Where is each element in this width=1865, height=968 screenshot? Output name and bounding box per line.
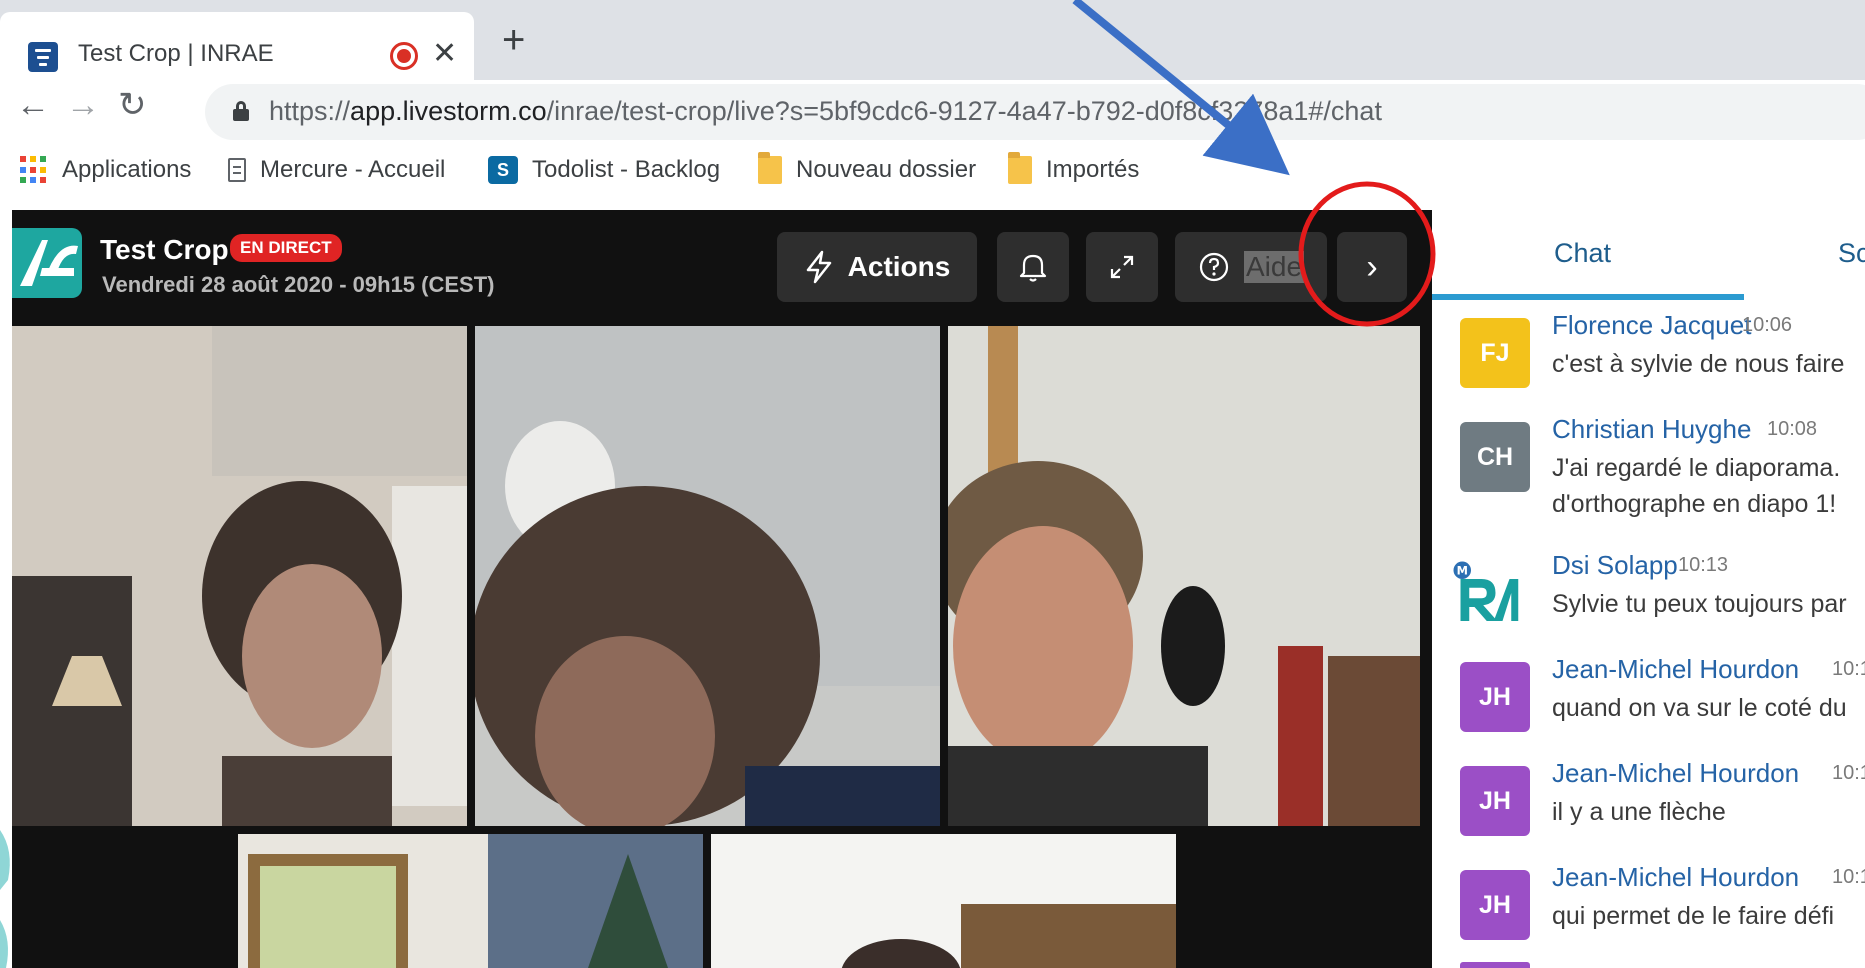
decorative-swoosh <box>0 830 10 968</box>
address-bar[interactable]: https://app.livestorm.co/inrae/test-crop… <box>205 84 1865 140</box>
message-text: Sylvie tu peux toujours par <box>1552 590 1847 618</box>
folder-icon <box>758 152 782 184</box>
chat-message: JH Jean-Michel Hourdon 10:1 qui permet d… <box>1432 862 1865 962</box>
message-time: 10:1 <box>1832 762 1865 784</box>
message-text: d'orthographe en diapo 1! <box>1552 490 1837 518</box>
tab-close-button[interactable]: ✕ <box>432 36 457 71</box>
message-time: 10:1 <box>1832 658 1865 680</box>
message-text: J'ai regardé le diaporama. <box>1552 454 1841 482</box>
avatar: JH <box>1460 662 1530 732</box>
document-icon <box>228 158 246 182</box>
back-button[interactable]: ← <box>16 88 50 122</box>
message-text: c'est à sylvie de nous faire <box>1552 350 1845 378</box>
avatar: JH <box>1460 766 1530 836</box>
folder-icon <box>1008 152 1032 184</box>
avatar-partial <box>1460 962 1530 968</box>
bookmark-nouveau-dossier[interactable]: Nouveau dossier <box>758 152 976 184</box>
recording-indicator-icon <box>390 42 418 70</box>
video-tile-participant-3[interactable] <box>948 326 1420 826</box>
chat-message: FJ Florence Jacquet 10:06 c'est à sylvie… <box>1432 310 1865 410</box>
bell-icon <box>1019 254 1047 282</box>
solapp-logo-icon: M <box>1453 561 1519 621</box>
forward-button[interactable]: → <box>66 88 100 122</box>
message-author[interactable]: Jean-Michel Hourdon <box>1552 862 1799 893</box>
avatar: CH <box>1460 422 1530 492</box>
message-text: quand on va sur le coté du <box>1552 694 1847 722</box>
tab-title: Test Crop | INRAE <box>78 40 274 67</box>
url-text[interactable]: https://app.livestorm.co/inrae/test-crop… <box>269 96 1382 127</box>
message-text: il y a une flèche <box>1552 798 1726 826</box>
message-author[interactable]: Christian Huyghe <box>1552 414 1751 445</box>
message-time: 10:08 <box>1767 418 1818 440</box>
video-tile-participant-4[interactable] <box>238 834 703 968</box>
message-author[interactable]: Jean-Michel Hourdon <box>1552 654 1799 685</box>
video-tile-participant-1[interactable] <box>12 326 467 826</box>
event-header: Test Crop EN DIRECT Vendredi 28 août 202… <box>12 210 1432 318</box>
chat-message: JH Jean-Michel Hourdon 10:1 quand on va … <box>1432 654 1865 754</box>
chat-panel: Chat Sc FJ Florence Jacquet 10:06 c'est … <box>1432 202 1865 968</box>
bookmark-mercure[interactable]: Mercure - Accueil <box>228 156 445 184</box>
event-date: Vendredi 28 août 2020 - 09h15 (CEST) <box>102 272 495 297</box>
video-tile-participant-5[interactable] <box>711 834 1176 968</box>
notifications-button[interactable] <box>997 232 1069 302</box>
active-tab-indicator <box>1432 294 1744 300</box>
lock-icon <box>233 101 249 121</box>
event-logo <box>12 228 82 298</box>
chat-message: M Dsi Solapp 10:13 Sylvie tu peux toujou… <box>1432 550 1865 650</box>
avatar: FJ <box>1460 318 1530 388</box>
bookmarks-bar: Applications Mercure - Accueil S Todolis… <box>0 142 1865 202</box>
apps-grid-icon <box>20 156 48 184</box>
browser-tab-bar: Test Crop | INRAE ✕ + <box>0 0 1865 80</box>
bookmark-todolist[interactable]: S Todolist - Backlog <box>488 156 720 184</box>
message-author[interactable]: Florence Jacquet <box>1552 310 1751 341</box>
message-time: 10:13 <box>1678 554 1729 576</box>
message-time: 10:1 <box>1832 866 1865 888</box>
chat-tabs: Chat Sc <box>1432 202 1865 300</box>
help-button[interactable]: Aide <box>1175 232 1327 302</box>
actions-button[interactable]: Actions <box>777 232 977 302</box>
chat-message: JH Jean-Michel Hourdon 10:1 il y a une f… <box>1432 758 1865 858</box>
new-tab-button[interactable]: + <box>502 18 525 63</box>
bookmark-importes[interactable]: Importés <box>1008 152 1139 184</box>
tab-secondary[interactable]: Sc <box>1838 238 1865 269</box>
message-text: qui permet de le faire défi <box>1552 902 1835 930</box>
event-title: Test Crop <box>100 234 229 265</box>
toggle-sidebar-button[interactable]: › <box>1337 232 1407 302</box>
svg-text:M: M <box>1457 564 1468 578</box>
video-stage: Test Crop EN DIRECT Vendredi 28 août 202… <box>12 210 1432 968</box>
message-author[interactable]: Jean-Michel Hourdon <box>1552 758 1799 789</box>
livestorm-favicon-icon <box>28 42 58 72</box>
expand-icon <box>1110 255 1134 279</box>
avatar: M <box>1450 558 1520 628</box>
sharepoint-icon: S <box>488 156 518 184</box>
message-time: 10:06 <box>1742 314 1793 336</box>
chat-message: CH Christian Huyghe 10:08 J'ai regardé l… <box>1432 414 1865 518</box>
browser-toolbar: ← → ↻ https://app.livestorm.co/inrae/tes… <box>0 80 1865 142</box>
video-tile-participant-2[interactable] <box>475 326 940 826</box>
fullscreen-button[interactable] <box>1086 232 1158 302</box>
lightning-icon <box>806 250 831 284</box>
browser-tab[interactable]: Test Crop | INRAE ✕ <box>0 12 474 80</box>
question-circle-icon <box>1199 252 1229 282</box>
live-badge: EN DIRECT <box>230 234 342 262</box>
reload-button[interactable]: ↻ <box>118 88 147 122</box>
tab-chat[interactable]: Chat <box>1554 238 1611 269</box>
message-author[interactable]: Dsi Solapp <box>1552 550 1678 581</box>
bookmark-applications[interactable]: Applications <box>20 156 191 184</box>
avatar: JH <box>1460 870 1530 940</box>
